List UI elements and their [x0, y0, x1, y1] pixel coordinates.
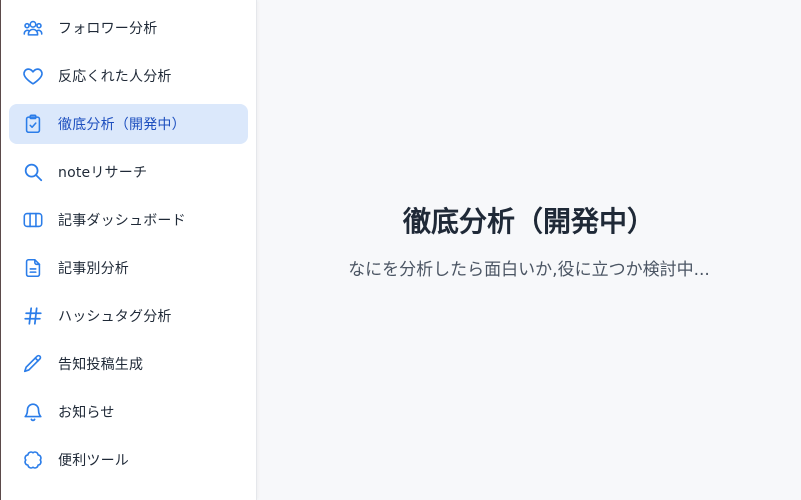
sidebar-item-label: お知らせ [58, 405, 115, 421]
sidebar-item-reaction-analysis[interactable]: 反応くれた人分析 [9, 56, 248, 96]
users-icon [22, 17, 44, 39]
sidebar-item-per-article-analysis[interactable]: 記事別分析 [9, 248, 248, 288]
sidebar-item-label: ハッシュタグ分析 [58, 309, 172, 325]
heart-icon [22, 65, 44, 87]
sidebar-item-utilities[interactable]: 便利ツール [9, 440, 248, 480]
sidebar-item-label: 記事ダッシュボード [58, 213, 186, 229]
search-icon [22, 161, 44, 183]
pencil-icon [22, 353, 44, 375]
clipboard-check-icon [22, 113, 44, 135]
page-title: 徹底分析（開発中） [402, 205, 655, 238]
badge-icon [22, 449, 44, 471]
document-icon [22, 257, 44, 279]
sidebar: フォロワー分析 反応くれた人分析 徹底分析（開発中） noteリサーチ 記事ダッ… [0, 0, 257, 500]
sidebar-item-note-research[interactable]: noteリサーチ [9, 152, 248, 192]
sidebar-item-label: フォロワー分析 [58, 21, 158, 37]
main-content: 徹底分析（開発中） なにを分析したら面白いか,役に立つか検討中... [257, 0, 801, 500]
sidebar-item-deep-analysis[interactable]: 徹底分析（開発中） [9, 104, 248, 144]
sidebar-item-article-dashboard[interactable]: 記事ダッシュボード [9, 200, 248, 240]
columns-icon [22, 209, 44, 231]
sidebar-item-label: 便利ツール [58, 453, 129, 469]
sidebar-item-label: 告知投稿生成 [58, 357, 144, 373]
sidebar-item-hashtag-analysis[interactable]: ハッシュタグ分析 [9, 296, 248, 336]
sidebar-item-label: noteリサーチ [58, 165, 148, 181]
sidebar-item-label: 徹底分析（開発中） [58, 117, 186, 133]
sidebar-item-follower-analysis[interactable]: フォロワー分析 [9, 8, 248, 48]
sidebar-item-label: 記事別分析 [58, 261, 129, 277]
bell-icon [22, 401, 44, 423]
sidebar-item-label: 反応くれた人分析 [58, 69, 172, 85]
sidebar-item-notifications[interactable]: お知らせ [9, 392, 248, 432]
sidebar-item-announcement-generator[interactable]: 告知投稿生成 [9, 344, 248, 384]
hashtag-icon [22, 305, 44, 327]
page-subtitle: なにを分析したら面白いか,役に立つか検討中... [348, 260, 710, 280]
